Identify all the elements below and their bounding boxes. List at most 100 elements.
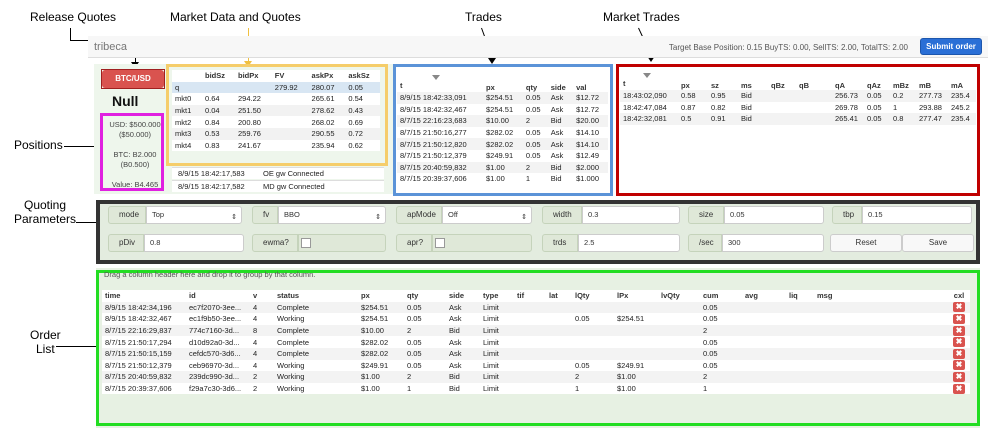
- tbp-input[interactable]: 0.15: [862, 206, 972, 224]
- sort-caret-icon: [432, 74, 440, 80]
- table-row: 8/7/15 21:50:12,379 $249.91 0.05 Ask $12.49: [397, 150, 608, 162]
- width-input[interactable]: 0.3: [582, 206, 680, 224]
- ewma-checkbox[interactable]: [301, 238, 311, 248]
- column-header[interactable]: mBz: [890, 68, 916, 90]
- cancel-order-icon[interactable]: ✖: [953, 383, 965, 394]
- cell: mkt1: [175, 106, 192, 116]
- cancel-order-icon[interactable]: ✖: [953, 313, 965, 324]
- column-header[interactable]: side: [548, 70, 573, 92]
- apmode-select[interactable]: Off ⇕: [442, 206, 532, 224]
- cell: 8/9/15 18:42:33,091: [397, 92, 483, 104]
- column-header[interactable]: lQty: [572, 290, 614, 302]
- column-header[interactable]: lat: [546, 290, 572, 302]
- cell: 8/7/15 22:16:29,837: [102, 324, 186, 337]
- cell: 0.05: [575, 314, 590, 324]
- column-header[interactable]: val: [573, 70, 608, 92]
- cell: ec1f9b50-3ee...: [189, 314, 242, 324]
- reset-button[interactable]: Reset: [830, 234, 902, 252]
- cell: [786, 371, 814, 383]
- cell: 2: [572, 371, 614, 383]
- sec-input[interactable]: 300: [722, 234, 824, 252]
- pdiv-input[interactable]: 0.8: [144, 234, 244, 252]
- column-header[interactable]: status: [274, 290, 358, 302]
- cell: $249.91: [617, 360, 645, 370]
- cell: 251.50: [238, 106, 261, 116]
- submit-order-button[interactable]: Submit order: [920, 38, 982, 55]
- annotation-trades: Trades: [465, 10, 502, 24]
- cell: 8/7/15 21:50:16,277: [400, 128, 467, 138]
- cell: 265.41: [832, 113, 864, 125]
- save-button[interactable]: Save: [902, 234, 974, 252]
- cell: mkt3: [175, 129, 192, 139]
- column-header[interactable]: qA: [832, 68, 864, 90]
- table-row: 8/7/15 21:50:12,379 ceb96970-3d... 4 Workin…: [102, 360, 970, 372]
- column-header[interactable]: px: [678, 68, 708, 90]
- cell: 235.4: [948, 113, 976, 125]
- column-header[interactable]: qAz: [864, 68, 890, 90]
- usd-position: USD: $500.000: [109, 120, 161, 129]
- connection-status-oe: 8/9/15 18:42:17,583 OE gw Connected: [172, 167, 384, 179]
- column-header[interactable]: cum: [700, 290, 742, 302]
- select-caret-icon: ⇕: [521, 214, 527, 221]
- cell: Limit: [483, 360, 499, 370]
- annotation-positions: Positions: [14, 138, 63, 152]
- column-header-time[interactable]: time: [102, 290, 186, 302]
- column-header[interactable]: liq: [786, 290, 814, 302]
- column-header[interactable]: qty: [523, 70, 548, 92]
- column-header[interactable]: v: [250, 290, 274, 302]
- mode-select[interactable]: Top ⇕: [146, 206, 242, 224]
- column-header[interactable]: qty: [404, 290, 446, 302]
- table-row: 8/9/15 18:42:32,467 $254.51 0.05 Ask $12.72: [397, 104, 608, 116]
- column-header[interactable]: cxl: [948, 290, 970, 302]
- column-header[interactable]: mB: [916, 68, 948, 90]
- column-header[interactable]: px: [483, 70, 523, 92]
- column-header[interactable]: side: [446, 290, 480, 302]
- column-header[interactable]: lPx: [614, 290, 658, 302]
- cancel-order-icon[interactable]: ✖: [953, 302, 965, 313]
- column-header[interactable]: qBz: [768, 68, 796, 90]
- cell: 259.76: [238, 129, 261, 139]
- cancel-order-icon[interactable]: ✖: [953, 371, 965, 382]
- annotation-line: [70, 28, 71, 40]
- cell: $1.00: [617, 384, 636, 394]
- column-header[interactable]: avg: [742, 290, 786, 302]
- ewma-box: [298, 234, 386, 252]
- cell: 0.54: [348, 94, 363, 104]
- table-row: 8/7/15 21:50:17,294 d10d92a0-3d... 4 Comple…: [102, 336, 970, 348]
- column-header[interactable]: qB: [796, 68, 832, 90]
- column-header[interactable]: px: [358, 290, 404, 302]
- cell: Complete: [274, 347, 358, 360]
- cancel-order-icon[interactable]: ✖: [953, 348, 965, 359]
- cell: [658, 383, 700, 395]
- cell: 235.4: [948, 90, 976, 102]
- cancel-order-icon[interactable]: ✖: [953, 337, 965, 348]
- cell: [742, 383, 786, 395]
- column-header-t[interactable]: t: [397, 70, 483, 92]
- fv-select[interactable]: BBO ⇕: [278, 206, 386, 224]
- column-header[interactable]: ms: [738, 68, 768, 90]
- trds-input[interactable]: 2.5: [578, 234, 680, 252]
- size-input[interactable]: 0.05: [724, 206, 824, 224]
- cell: 8/9/15 18:42:32,467: [105, 314, 172, 324]
- column-header[interactable]: msg: [814, 290, 948, 302]
- column-header[interactable]: sz: [708, 68, 738, 90]
- ewma-label: ewma?: [252, 234, 298, 252]
- column-header[interactable]: mA: [948, 68, 976, 90]
- cell: $1.00: [483, 161, 523, 174]
- cell: [572, 347, 614, 360]
- column-header[interactable]: type: [480, 290, 514, 302]
- cell: Bid: [550, 174, 562, 184]
- cell: 277.47: [916, 113, 948, 125]
- column-header: FV: [274, 71, 285, 81]
- column-header[interactable]: tif: [514, 290, 546, 302]
- column-header-t[interactable]: t: [620, 68, 678, 90]
- apr-checkbox[interactable]: [435, 238, 445, 248]
- cell: [786, 383, 814, 395]
- cancel-order-icon[interactable]: ✖: [953, 360, 965, 371]
- cancel-order-icon[interactable]: ✖: [953, 325, 965, 336]
- column-header[interactable]: lvQty: [658, 290, 700, 302]
- cell: $10.00: [358, 324, 404, 337]
- column-header[interactable]: id: [186, 290, 250, 302]
- cell: $1.000: [576, 174, 600, 184]
- cell: [658, 347, 700, 360]
